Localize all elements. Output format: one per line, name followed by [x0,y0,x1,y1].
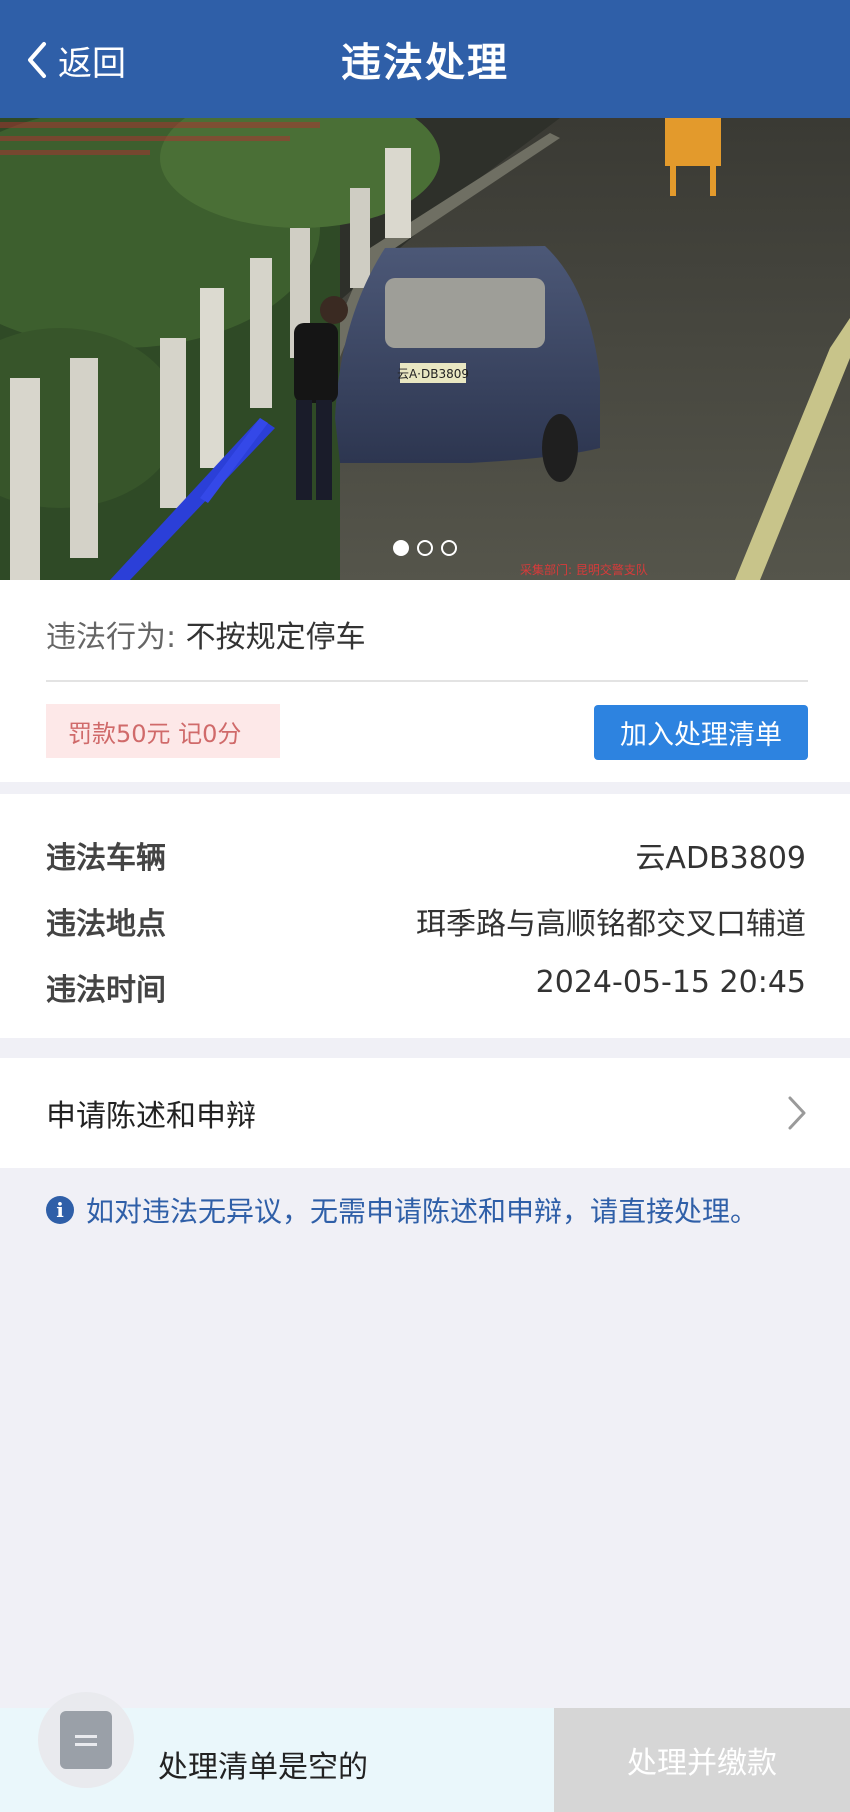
back-button[interactable]: 返回 [24,40,126,84]
process-and-pay-button[interactable]: 处理并缴款 [554,1708,850,1812]
behavior-value: 不按规定停车 [185,620,366,655]
chevron-right-icon [788,1096,806,1130]
vehicle-label: 违法车辆 [46,841,166,876]
time-label: 违法时间 [46,973,166,1008]
vehicle-value: 云ADB3809 [635,841,806,876]
info-icon: i [46,1196,74,1224]
violation-photo[interactable]: 云A·DB3809 采集部门: 昆明交警支队 [0,118,850,580]
notice: i 如对违法无异议，无需申请陈述和申辩，请直接处理。 [46,1190,758,1230]
divider [46,680,808,682]
back-label: 返回 [58,43,126,84]
location-value: 珥季路与高顺铭都交叉口辅道 [416,907,806,942]
carousel-indicator [393,540,457,556]
process-list-button[interactable] [38,1692,134,1788]
nav-bar: 返回 违法处理 [0,0,850,118]
fine-badge: 罚款50元 记0分 [46,704,280,758]
carousel-dot-1[interactable] [393,540,409,556]
chevron-left-icon [28,42,46,78]
carousel-dot-2[interactable] [417,540,433,556]
location-label: 违法地点 [46,907,166,942]
carousel-dot-3[interactable] [441,540,457,556]
time-value: 2024-05-15 20:45 [535,965,806,1000]
page-title: 违法处理 [341,40,509,86]
document-list-icon [60,1711,112,1769]
photo-watermark: 采集部门: 昆明交警支队 [520,562,648,577]
behavior-label: 违法行为: [46,620,177,655]
notice-text: 如对违法无异议，无需申请陈述和申辩，请直接处理。 [86,1195,759,1228]
plate-label: 云A·DB3809 [397,367,469,381]
camera-snapshot-image: 云A·DB3809 采集部门: 昆明交警支队 [0,118,850,580]
violation-behavior: 违法行为: 不按规定停车 [46,612,366,656]
empty-list-text: 处理清单是空的 [158,1750,368,1785]
add-to-list-button[interactable]: 加入处理清单 [594,705,808,760]
appeal-row[interactable]: 申请陈述和申辩 [0,1058,850,1168]
appeal-label: 申请陈述和申辩 [46,1099,256,1134]
